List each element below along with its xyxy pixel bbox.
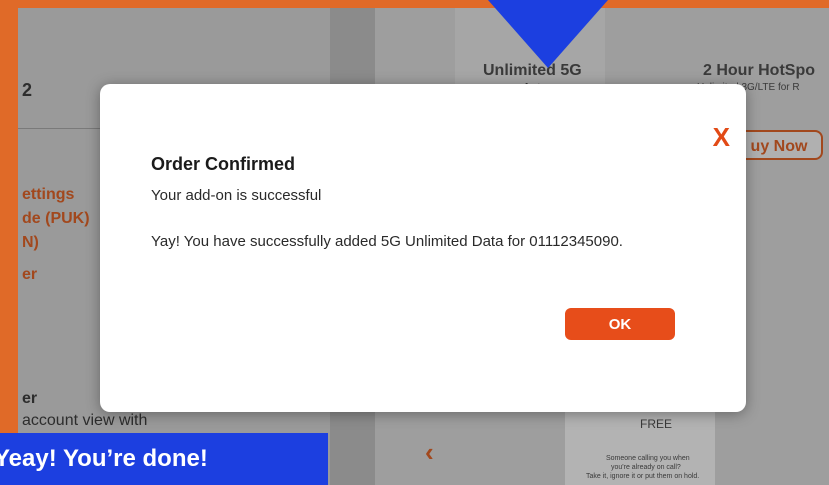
account-text: account view with [22,412,148,429]
chevron-left-icon[interactable]: ‹ [425,437,434,468]
dialog-subtitle: Your add-on is successful [151,187,322,204]
buy-now-button[interactable]: uy Now [735,130,823,160]
call-waiting-text: Someone calling you when [606,455,690,462]
order-confirmed-dialog: X Order Confirmed Your add-on is success… [100,84,746,412]
settings-item[interactable]: er [22,266,37,284]
settings-item[interactable]: de (PUK) [22,210,90,228]
close-icon[interactable]: X [713,122,730,153]
call-waiting-text: you're already on call? [611,464,681,471]
dialog-title: Order Confirmed [151,154,296,174]
done-banner: Yeay! You’re done! [0,433,328,485]
dialog-message: Yay! You have successfully added 5G Unli… [151,233,623,250]
call-waiting-text: Take it, ignore it or put them on hold. [586,473,700,480]
number-fragment: 2 [22,80,33,100]
app-screen: 2 ettings de (PUK) N) er er account view… [0,0,829,485]
top-accent-bar [0,0,829,8]
plan-title: 2 Hour HotSpo [703,62,815,79]
banner-text: Yeay! You’re done! [0,445,208,472]
arrow-down-icon [488,0,608,68]
settings-item[interactable]: ettings [22,186,74,204]
account-title: er [22,390,38,407]
left-accent-bar [0,8,18,485]
ok-button[interactable]: OK [565,308,675,340]
free-label: FREE [640,417,673,431]
settings-item[interactable]: N) [22,234,39,252]
